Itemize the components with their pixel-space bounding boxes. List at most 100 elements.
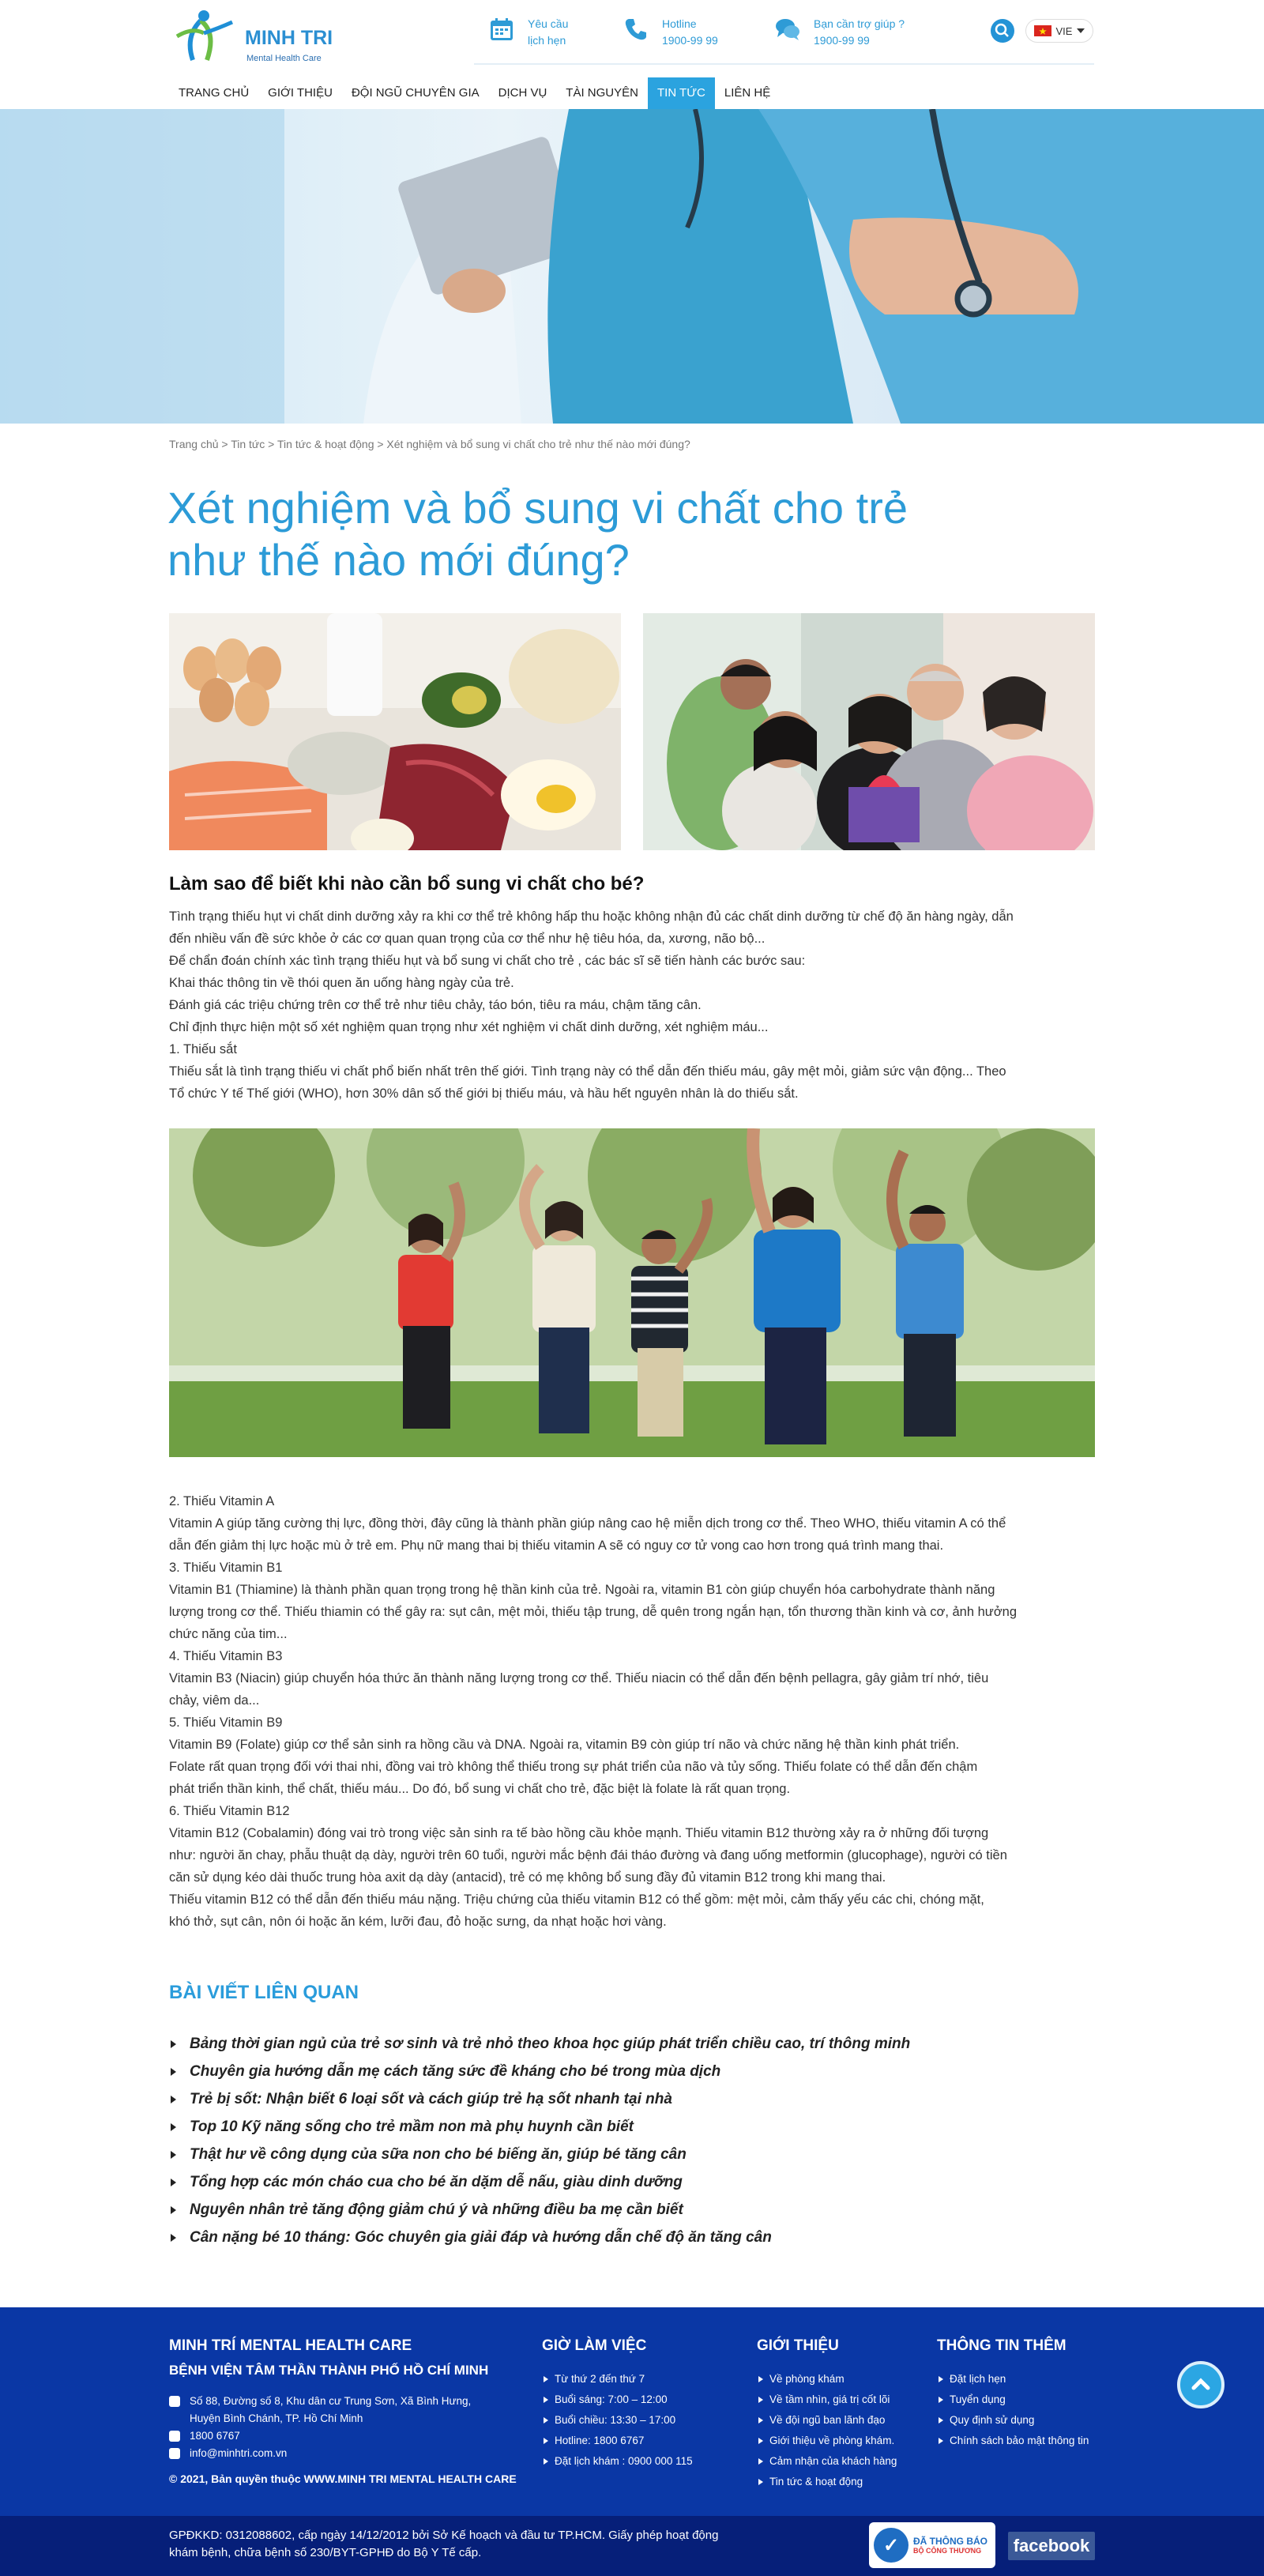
footer-intro-link[interactable]: Về phòng khám <box>757 2369 897 2390</box>
article-line: Thiếu vitamin B12 có thể dẫn đến thiếu m… <box>169 1892 984 1907</box>
nav-item-resources[interactable]: TÀI NGUYÊN <box>556 77 648 109</box>
article-line: Chỉ định thực hiện một số xét nghiệm qua… <box>169 1020 769 1034</box>
footer-more-title: THÔNG TIN THÊM <box>937 2337 1066 2354</box>
site-logo[interactable]: MINH TRI Mental Health Care <box>169 5 351 71</box>
footer-phone: 1800 6767 <box>190 2430 240 2442</box>
footer-more-link[interactable]: Tuyển dụng <box>937 2390 1089 2410</box>
article-line: 3. Thiếu Vitamin B1 <box>169 1561 283 1575</box>
footer-more-link[interactable]: Chính sách bảo mật thông tin <box>937 2431 1089 2451</box>
footer-copyright: © 2021, Bản quyền thuộc WWW.MINH TRI MEN… <box>169 2472 517 2485</box>
checkmark-icon: ✓ <box>874 2528 908 2563</box>
nav-item-services[interactable]: DỊCH VỤ <box>489 77 557 109</box>
food-photo <box>169 613 621 850</box>
footer-more-link[interactable]: Quy định sử dụng <box>937 2410 1089 2431</box>
logo-subtitle: Mental Health Care <box>246 54 322 63</box>
footer-more-link[interactable]: Đặt lịch hẹn <box>937 2369 1089 2390</box>
appointment-label-1: Yêu cầu <box>528 17 569 30</box>
caret-right-icon <box>171 2206 176 2214</box>
footer-hours-item: Hotline: 1800 6767 <box>542 2431 693 2451</box>
related-post-link[interactable]: Bảng thời gian ngủ của trẻ sơ sinh và tr… <box>169 2030 1095 2058</box>
footer-intro-link[interactable]: Giới thiệu về phòng khám. <box>757 2431 897 2451</box>
related-post-link[interactable]: Cân nặng bé 10 tháng: Góc chuyên gia giả… <box>169 2224 1095 2251</box>
footer-intro-title: GIỚI THIỆU <box>757 2337 839 2354</box>
hotline-label: Hotline <box>662 17 697 30</box>
footer-address-1: Số 88, Đường số 8, Khu dân cư Trung Sơn,… <box>190 2395 472 2407</box>
related-posts-list: Bảng thời gian ngủ của trẻ sơ sinh và tr… <box>169 2030 1095 2251</box>
related-post-link[interactable]: Tổng hợp các món cháo cua cho bé ăn dặm … <box>169 2168 1095 2196</box>
footer-intro-link[interactable]: Tin tức & hoạt động <box>757 2472 897 2492</box>
article-line: chảy, viêm da... <box>169 1693 260 1708</box>
article-line: phát triển thần kinh, thể chất, thiếu má… <box>169 1782 791 1796</box>
main-nav: TRANG CHỦ GIỚI THIỆU ĐỘI NGŨ CHUYÊN GIA … <box>169 77 780 109</box>
article-body-2: 2. Thiếu Vitamin A Vitamin A giúp tăng c… <box>169 1490 1095 1933</box>
language-selector[interactable]: VIE <box>1025 19 1093 43</box>
footer-hours-title: GIỜ LÀM VIỆC <box>542 2337 647 2354</box>
footer-hours-item: Buổi chiều: 13:30 – 17:00 <box>542 2410 693 2431</box>
scroll-to-top-button[interactable] <box>1177 2361 1224 2408</box>
email-icon <box>169 2448 180 2459</box>
article-line: dẫn đến giảm thị lực hoặc mù ở trẻ em. P… <box>169 1538 944 1553</box>
nav-item-contact[interactable]: LIÊN HỆ <box>715 77 780 109</box>
nav-item-experts[interactable]: ĐỘI NGŨ CHUYÊN GIA <box>342 77 489 109</box>
nav-item-news[interactable]: TIN TỨC <box>647 77 715 109</box>
footer-license: GPĐKKD: 0312088602, cấp ngày 14/12/2012 … <box>169 2527 738 2562</box>
badge-subtitle: BỘ CÔNG THƯƠNG <box>913 2547 982 2555</box>
footer-email[interactable]: info@minhtri.com.vn <box>190 2447 287 2459</box>
breadcrumb[interactable]: Trang chủ > Tin tức > Tin tức & hoạt độn… <box>169 438 690 450</box>
article-line: chức năng của tim... <box>169 1627 288 1641</box>
article-body-1: Tình trạng thiếu hụt vi chất dinh dưỡng … <box>169 906 1095 1105</box>
footer-intro-link[interactable]: Cảm nhận của khách hàng <box>757 2451 897 2472</box>
article-line: đến nhiều vấn đề sức khỏe ở các cơ quan … <box>169 932 766 946</box>
article-title-line-2: như thế nào mới đúng? <box>167 535 630 585</box>
related-post-link[interactable]: Top 10 Kỹ năng sống cho trẻ mầm non mà p… <box>169 2113 1095 2141</box>
article-line: Vitamin A giúp tăng cường thị lực, đồng … <box>169 1516 1006 1531</box>
footer-intro-link[interactable]: Về đội ngũ ban lãnh đạo <box>757 2410 897 2431</box>
article-line: như: người ăn chay, phẫu thuật dạ dày, n… <box>169 1848 1007 1862</box>
footer-hours-item: Từ thứ 2 đến thứ 7 <box>542 2369 693 2390</box>
related-post-link[interactable]: Trẻ bị sốt: Nhận biết 6 loại sốt và cách… <box>169 2085 1095 2113</box>
article-title: Xét nghiệm và bổ sung vi chất cho trẻ nh… <box>167 482 957 586</box>
article-line: Thiếu sắt là tình trạng thiếu vi chất ph… <box>169 1064 1006 1079</box>
caret-right-icon <box>171 2151 176 2159</box>
ministry-badge[interactable]: ✓ ĐÃ THÔNG BÁO BỘ CÔNG THƯƠNG <box>869 2522 995 2568</box>
appointment-link[interactable]: Yêu cầu lịch hẹn <box>488 16 568 49</box>
article-title-line-1: Xét nghiệm và bổ sung vi chất cho trẻ <box>167 483 908 533</box>
article-line: Vitamin B1 (Thiamine) là thành phần quan… <box>169 1583 995 1597</box>
location-icon <box>169 2396 180 2407</box>
caret-right-icon <box>171 2123 176 2131</box>
language-code: VIE <box>1055 24 1073 37</box>
article-line: 6. Thiếu Vitamin B12 <box>169 1804 290 1818</box>
article-line: khó thở, sụt cân, nôn ói hoặc ăn kém, lư… <box>169 1915 667 1929</box>
footer-license-1: GPĐKKD: 0312088602, cấp ngày 14/12/2012 … <box>169 2529 719 2542</box>
related-post-link[interactable]: Chuyên gia hướng dẫn mẹ cách tăng sức đề… <box>169 2058 1095 2085</box>
vietnam-flag-icon <box>1033 25 1051 36</box>
help-link[interactable]: Bạn cần trợ giúp ? 1900-99 99 <box>774 16 905 49</box>
caret-right-icon <box>171 2068 176 2076</box>
logo-mark-icon <box>175 10 234 61</box>
related-post-link[interactable]: Thật hư về công dụng của sữa non cho bé … <box>169 2141 1095 2168</box>
exercise-photo <box>169 1128 1095 1457</box>
hotline-number: 1900-99 99 <box>662 34 718 47</box>
article-subheading: Làm sao để biết khi nào cần bổ sung vi c… <box>169 873 645 894</box>
hero-banner-image <box>0 109 1264 424</box>
related-post-link[interactable]: Nguyên nhân trẻ tăng động giảm chú ý và … <box>169 2196 1095 2224</box>
facebook-link[interactable]: facebook <box>1008 2532 1095 2560</box>
article-line: lượng trong cơ thể. Thiếu thiamin có thể… <box>169 1605 1017 1619</box>
search-icon <box>995 23 1009 37</box>
article-line: căn sử dụng kéo dài thuốc trung hòa axit… <box>169 1870 886 1885</box>
article-line: Vitamin B12 (Cobalamin) đóng vai trò tro… <box>169 1826 989 1840</box>
footer-hours-item: Đặt lịch khám : 0900 000 115 <box>542 2451 693 2472</box>
nav-item-about[interactable]: GIỚI THIỆU <box>258 77 342 109</box>
footer-intro-link[interactable]: Về tầm nhìn, giá trị cốt lõi <box>757 2390 897 2410</box>
footer-address-2: Huyện Bình Chánh, TP. Hồ Chí Minh <box>190 2412 363 2424</box>
hotline-link[interactable]: Hotline 1900-99 99 <box>623 16 718 49</box>
search-button[interactable] <box>991 19 1014 43</box>
badge-title: ĐÃ THÔNG BÁO <box>913 2536 988 2547</box>
article-line: Đánh giá các triệu chứng trên cơ thể trẻ… <box>169 998 702 1012</box>
caret-right-icon <box>171 2179 176 2186</box>
header-divider <box>474 63 1094 65</box>
nav-item-home[interactable]: TRANG CHỦ <box>169 77 258 109</box>
footer-hours-item: Buổi sáng: 7:00 – 12:00 <box>542 2390 693 2410</box>
caret-right-icon <box>171 2234 176 2242</box>
article-line: Khai thác thông tin về thói quen ăn uống… <box>169 976 514 990</box>
